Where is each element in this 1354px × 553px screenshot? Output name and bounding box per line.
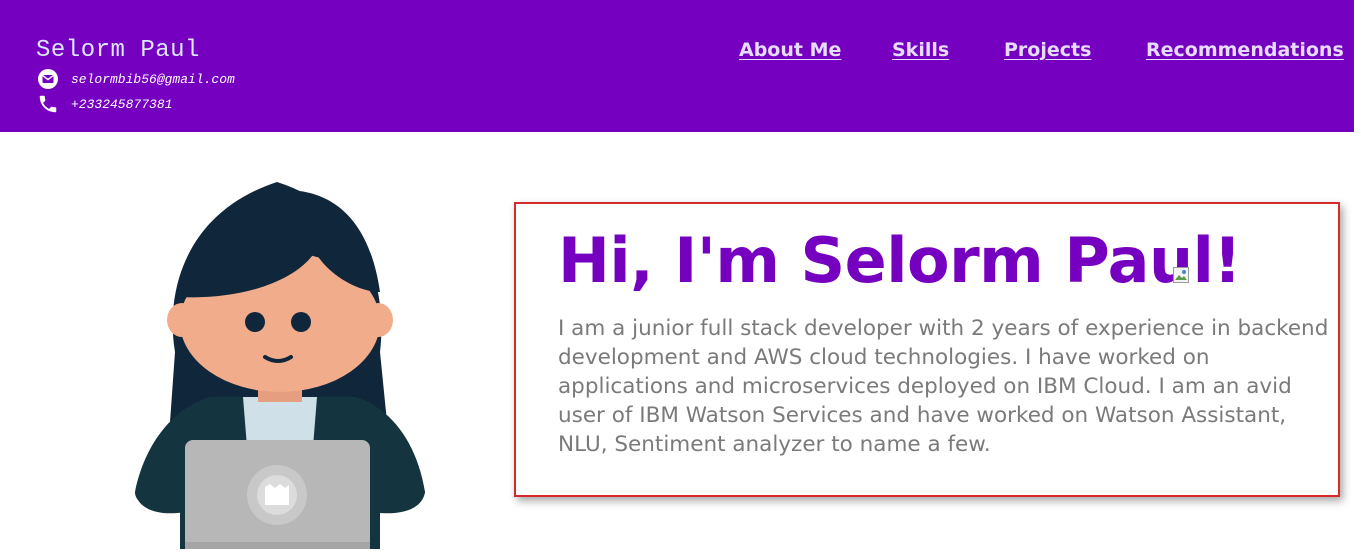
- contact-email: selormbib56@gmail.com: [36, 67, 235, 91]
- broken-image-icon: [1173, 267, 1189, 283]
- developer-avatar-illustration: [125, 172, 435, 549]
- phone-number[interactable]: +233245877381: [71, 97, 172, 112]
- contact-phone: +233245877381: [36, 92, 172, 116]
- nav-about-me[interactable]: About Me: [739, 37, 841, 63]
- phone-icon: [36, 92, 60, 116]
- nav-skills[interactable]: Skills: [892, 37, 949, 63]
- site-header: Selorm Paul selormbib56@gmail.com +23324…: [0, 0, 1354, 132]
- site-owner-name: Selorm Paul: [36, 37, 200, 64]
- nav-recommendations[interactable]: Recommendations: [1146, 37, 1344, 63]
- intro-heading: Hi, I'm Selorm Paul!: [558, 224, 1242, 297]
- intro-card: Hi, I'm Selorm Paul! I am a junior full …: [514, 202, 1340, 497]
- email-address[interactable]: selormbib56@gmail.com: [71, 72, 235, 87]
- email-icon: [36, 67, 60, 91]
- nav-projects[interactable]: Projects: [1004, 37, 1091, 63]
- intro-bio: I am a junior full stack developer with …: [558, 316, 1329, 457]
